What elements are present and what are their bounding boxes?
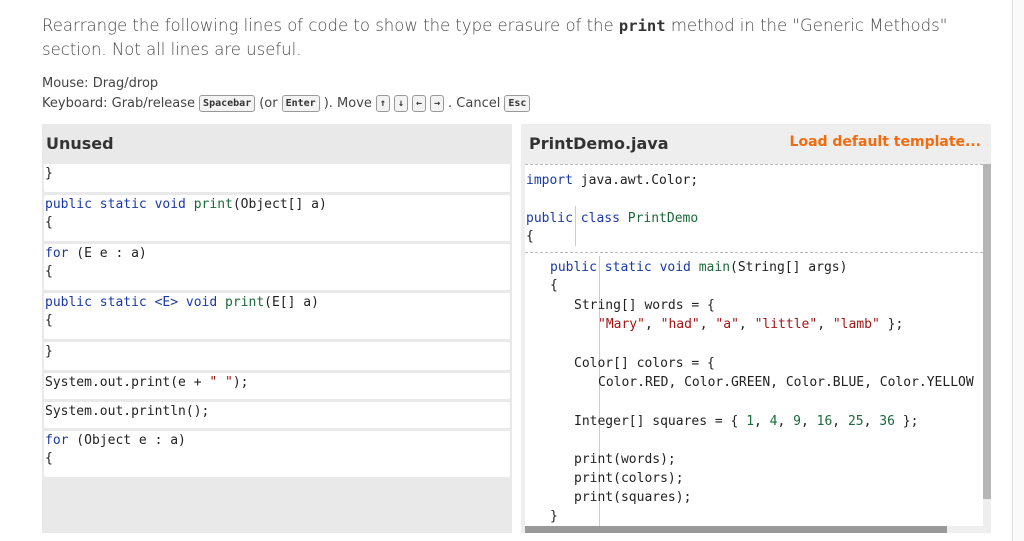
code-line-print-words: print(words); [574,452,676,467]
esc-key: Esc [504,95,531,112]
kw-for: for [45,433,69,448]
block-line: { [45,215,53,230]
code-line-open-brace-1: { [526,229,534,244]
code-line-main: public static void main(String[] args) [550,260,848,275]
horizontal-scrollbar[interactable] [525,526,947,533]
for-rest: (E e : a) [68,246,147,261]
code-line-squares: Integer[] squares = { 1, 4, 9, 16, 25, 3… [574,414,919,429]
block-line: { [45,451,53,466]
code-line-print-colors: print(colors); [574,471,684,486]
kw-public: public static void [45,197,194,212]
arrow-up-key: ↑ [375,95,390,112]
code-block-close-brace-2[interactable]: } [44,342,510,370]
cancel-text: . Cancel [448,96,501,111]
code-line-open-brace-2: { [550,278,558,293]
divider [525,252,983,253]
unused-panel: Unused } public static void print(Object… [42,124,512,533]
fn-print: print [225,295,265,310]
fn-print: print [193,197,233,212]
indent-guide [575,206,576,246]
sysout: System.out.print(e + [45,375,210,390]
spacebar-key: Spacebar [199,95,256,112]
sysout-end: ); [232,375,249,390]
keyboard-help: Keyboard: Grab/release Spacebar (or Ente… [42,95,531,112]
kw-for: for [45,246,69,261]
arrow-down-key: ↓ [393,95,408,112]
editor-panel: PrintDemo.java Load default template... … [521,124,991,533]
code-block-close-brace-1[interactable]: } [44,164,510,192]
block-line: { [45,264,53,279]
code-line-words: String[] words = { [574,298,715,313]
code-block-print-e[interactable]: System.out.print(e + " "); [44,373,510,399]
params: (Object[] a) [232,197,327,212]
arrow-right-key: → [430,95,445,112]
page-edge [1012,0,1024,541]
code-block-print-object[interactable]: public static void print(Object[] a) { [44,195,510,241]
code-line-class: public class PrintDemo [526,211,699,226]
block-line: } [45,344,53,359]
enter-key: Enter [281,95,320,112]
code-block-println[interactable]: System.out.println(); [44,402,510,428]
unused-title: Unused [46,134,114,153]
block-line: System.out.println(); [45,404,210,419]
or-text: (or [259,96,278,111]
block-line: } [45,166,53,181]
str-space: " " [209,375,233,390]
params: (E[] a) [264,295,319,310]
block-line: { [45,313,53,328]
code-line-close-brace: } [550,509,558,524]
code-block-for-e[interactable]: for (E e : a) { [44,244,510,290]
for-rest: (Object e : a) [68,433,186,448]
code-line-colors: Color[] colors = { [574,356,715,371]
arrow-left-key: ← [411,95,426,112]
keyboard-help-prefix: Keyboard: Grab/release [42,96,196,111]
file-name: PrintDemo.java [529,134,669,153]
code-block-for-object[interactable]: for (Object e : a) { [44,431,510,477]
kw-public: public static <E> void [45,295,226,310]
load-default-template-link[interactable]: Load default template... [790,134,981,150]
code-line-words-values: "Mary", "had", "a", "little", "lamb" }; [598,317,904,332]
code-line-print-squares: print(squares); [574,490,692,505]
code-line-import: import java.awt.Color; [526,173,699,188]
instructions: Rearrange the following lines of code to… [42,14,972,62]
instructions-code: print [618,17,666,35]
divider [525,164,983,165]
code-block-print-generic[interactable]: public static <E> void print(E[] a) { [44,293,510,339]
instructions-text-1: Rearrange the following lines of code to… [42,16,619,35]
code-drop-area[interactable]: import java.awt.Color; public class Prin… [525,164,983,526]
code-line-colors-values: Color.RED, Color.GREEN, Color.BLUE, Colo… [598,375,974,390]
mouse-help: Mouse: Drag/drop [42,76,159,91]
vertical-scrollbar[interactable] [983,164,991,499]
move-text: ). Move [323,96,372,111]
